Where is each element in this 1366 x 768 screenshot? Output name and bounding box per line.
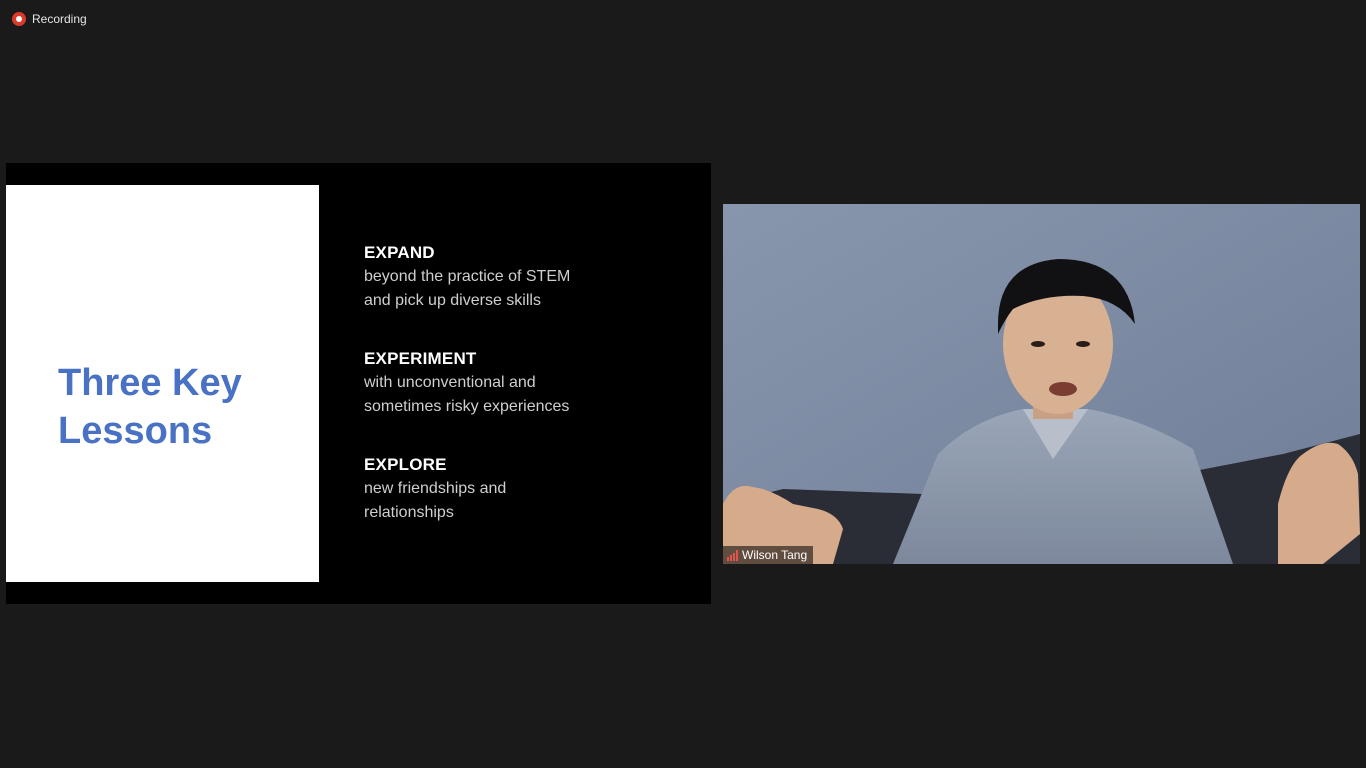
lesson-text: beyond the practice of STEM [364,268,571,285]
slide-title-line2: Lessons [58,410,213,452]
person-eye [1031,341,1045,347]
video-frame [723,204,1360,564]
participant-video[interactable]: Wilson Tang [723,204,1360,564]
participant-name: Wilson Tang [742,548,808,562]
recording-indicator[interactable]: Recording [12,12,87,26]
participant-name-tag: Wilson Tang [723,546,814,564]
lesson-item: EXPERIMENT with unconventional and somet… [364,347,694,419]
lesson-text: with unconventional and [364,374,536,391]
person-eye [1076,341,1090,347]
slide-title: Three Key Lessons [58,359,298,455]
person-mouth [1049,382,1077,396]
lesson-text: sometimes risky experiences [364,398,570,415]
shared-screen[interactable]: Three Key Lessons EXPAND beyond the prac… [6,163,711,604]
lesson-heading: EXPAND [364,243,435,262]
lesson-heading: EXPLORE [364,455,447,474]
lesson-heading: EXPERIMENT [364,349,477,368]
lessons-list: EXPAND beyond the practice of STEM and p… [364,241,694,559]
slide-title-line1: Three Key [58,362,242,404]
lesson-item: EXPLORE new friendships and relationship… [364,453,694,525]
record-icon [12,12,26,26]
recording-label: Recording [32,12,87,26]
lesson-text: new friendships and [364,480,507,497]
slide-title-panel: Three Key Lessons [6,185,319,582]
lesson-item: EXPAND beyond the practice of STEM and p… [364,241,694,313]
lesson-text: and pick up diverse skills [364,292,541,309]
lesson-text: relationships [364,504,454,521]
meeting-window: Recording Three Key Lessons EXPAND beyon… [0,0,1366,768]
signal-strength-icon [727,549,738,561]
